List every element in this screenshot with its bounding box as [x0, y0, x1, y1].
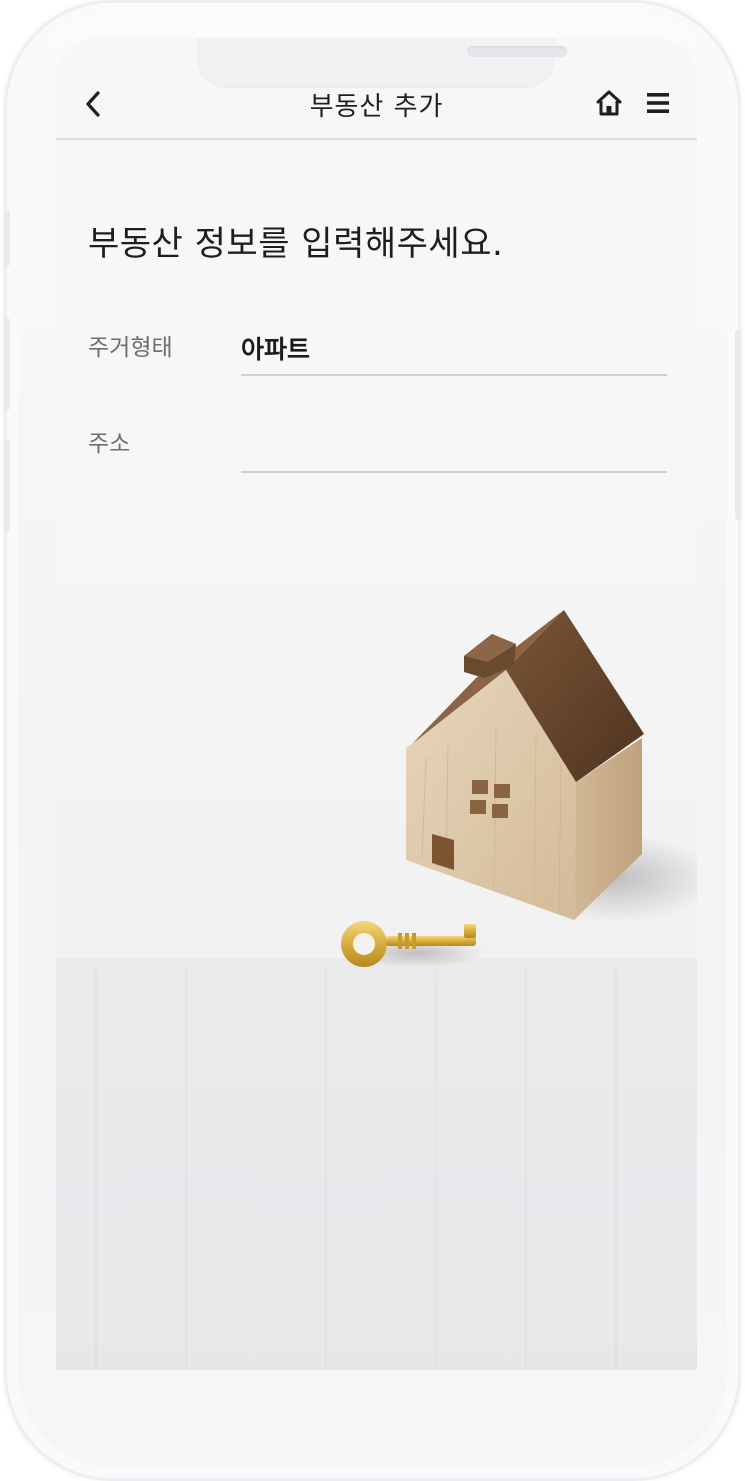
housing-type-label: 주거형태: [88, 335, 173, 361]
phone-power-button: [735, 330, 741, 520]
housing-type-field[interactable]: 아파트: [241, 326, 667, 376]
form-heading: 부동산 정보를 입력해주세요.: [88, 224, 504, 264]
phone-volume-down-button: [4, 440, 10, 532]
phone-volume-up-button: [4, 318, 10, 410]
menu-button[interactable]: [641, 86, 675, 120]
home-icon: [596, 90, 622, 116]
phone-frame: 부동산 추가 부동산 정보를 입력해주세요. 주거형태 아파트 주소: [4, 0, 741, 1481]
phone-side-button: [4, 210, 10, 266]
house-and-key-illustration: [56, 528, 697, 1370]
top-navigation-bar: 부동산 추가: [56, 38, 697, 140]
address-label: 주소: [88, 431, 131, 457]
app-screen: 부동산 추가 부동산 정보를 입력해주세요. 주거형태 아파트 주소: [56, 38, 697, 1370]
address-field[interactable]: [241, 423, 667, 473]
hamburger-menu-icon: [647, 93, 669, 113]
home-button[interactable]: [592, 86, 626, 120]
